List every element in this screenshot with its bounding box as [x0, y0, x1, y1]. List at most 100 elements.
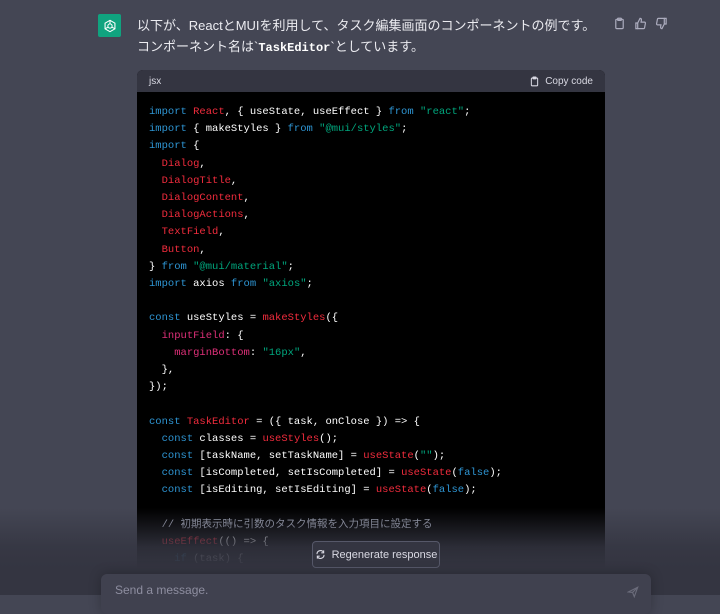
- code-token: );: [464, 484, 477, 497]
- code-line: DialogTitle,: [149, 174, 238, 187]
- code-token: });: [149, 381, 168, 394]
- code-line: const useStyles = makeStyles({: [149, 312, 338, 324]
- thumbs-up-icon: [634, 17, 646, 29]
- code-token: {: [193, 140, 200, 153]
- copy-code-button[interactable]: Copy code: [529, 76, 593, 87]
- code-token: TaskEditor: [186, 415, 250, 428]
- code-token: "@mui/styles": [319, 123, 402, 136]
- copy-code-label: Copy code: [545, 75, 593, 87]
- code-token: , { useState, useEffect }: [224, 106, 389, 118]
- code-line: },: [149, 364, 175, 377]
- code-line: marginBottom: "16px",: [149, 346, 307, 359]
- code-token: "@mui/material": [193, 260, 288, 273]
- code-block: jsx Copy code import React, { useState, …: [137, 70, 605, 580]
- code-token: false: [457, 467, 490, 480]
- code-line: inputField: {: [149, 330, 244, 342]
- code-token: ,: [218, 226, 225, 239]
- code-token: ,: [300, 346, 307, 359]
- code-token: "": [419, 450, 433, 463]
- code-token: useEffect: [161, 536, 219, 549]
- code-token: DialogContent: [161, 192, 244, 205]
- code-token: ();: [319, 432, 339, 445]
- thumbs-down-icon: [655, 17, 667, 29]
- code-line: const TaskEditor = ({ task, onClose }) =…: [149, 416, 420, 428]
- code-token: useStyles: [262, 432, 320, 445]
- openai-logo-icon: [104, 19, 115, 32]
- code-token: : {: [224, 329, 244, 342]
- code-token: useState: [401, 467, 452, 480]
- code-token: [taskName, setTaskName] =: [199, 450, 364, 463]
- code-line: });: [149, 381, 168, 393]
- code-token: useState: [375, 484, 427, 497]
- code-token: import: [149, 106, 194, 118]
- code-token: if: [174, 553, 194, 566]
- code-line: Button,: [149, 244, 206, 256]
- code-token: }: [149, 260, 162, 273]
- code-block-header: jsx Copy code: [137, 70, 605, 92]
- assistant-message: 以下が、ReactとMUIを利用して、タスク編集画面のコンポーネントの例です。コ…: [0, 0, 720, 595]
- code-token: from: [287, 123, 320, 136]
- code-token: const: [149, 312, 187, 325]
- regenerate-response-button[interactable]: Regenerate response: [312, 541, 440, 568]
- refresh-icon: [316, 550, 325, 559]
- code-token: const: [149, 415, 187, 428]
- code-token: classes =: [199, 432, 263, 445]
- code-line: DialogContent,: [149, 192, 250, 204]
- send-icon[interactable]: [627, 586, 639, 598]
- code-line: import {: [149, 140, 199, 152]
- code-token: axios: [193, 278, 231, 291]
- code-token: import: [149, 123, 194, 136]
- code-token: ,: [199, 157, 206, 170]
- code-token: "16px": [262, 346, 301, 359]
- message-text-part: `としています。: [330, 39, 424, 54]
- copy-message-button[interactable]: [612, 16, 626, 30]
- code-token: const: [161, 484, 200, 497]
- code-token: import: [149, 278, 194, 291]
- code-token: DialogActions: [161, 209, 244, 222]
- code-token: marginBottom: [174, 346, 250, 359]
- code-token: "react": [419, 106, 465, 118]
- code-token: ;: [306, 278, 313, 291]
- code-token: import: [149, 140, 194, 153]
- code-token: ;: [287, 260, 294, 273]
- regenerate-response-label: Regenerate response: [331, 548, 438, 561]
- code-token: Dialog: [161, 157, 200, 170]
- code-line: const classes = useStyles();: [149, 433, 338, 445]
- message-actions: [612, 16, 668, 30]
- code-content: import React, { useState, useEffect } fr…: [137, 92, 605, 580]
- code-token: const: [161, 432, 200, 445]
- thumbs-down-button[interactable]: [654, 16, 668, 30]
- code-line: // 初期表示時に引数のタスク情報を入力項目に設定する: [149, 519, 433, 531]
- code-line: const [isCompleted, setIsCompleted] = us…: [149, 467, 502, 479]
- code-token: { makeStyles }: [193, 123, 288, 136]
- code-token: const: [161, 450, 200, 463]
- code-line: Dialog,: [149, 158, 206, 170]
- code-line: const [isEditing, setIsEditing] = useSta…: [149, 484, 477, 496]
- code-token: TextField: [161, 226, 219, 239]
- code-token: DialogTitle: [161, 174, 231, 187]
- code-token: from: [388, 106, 420, 118]
- code-line: import { makeStyles } from "@mui/styles"…: [149, 123, 407, 135]
- code-token: },: [149, 364, 175, 377]
- code-token: ;: [464, 106, 471, 118]
- code-token: ,: [243, 209, 250, 222]
- code-token: makeStyles: [262, 312, 326, 325]
- code-token: ,: [199, 243, 206, 256]
- thumbs-up-button[interactable]: [633, 16, 647, 30]
- code-line: DialogActions,: [149, 209, 250, 221]
- message-input[interactable]: [113, 582, 617, 598]
- code-token: :: [249, 346, 263, 359]
- code-token: [isEditing, setIsEditing] =: [199, 484, 376, 497]
